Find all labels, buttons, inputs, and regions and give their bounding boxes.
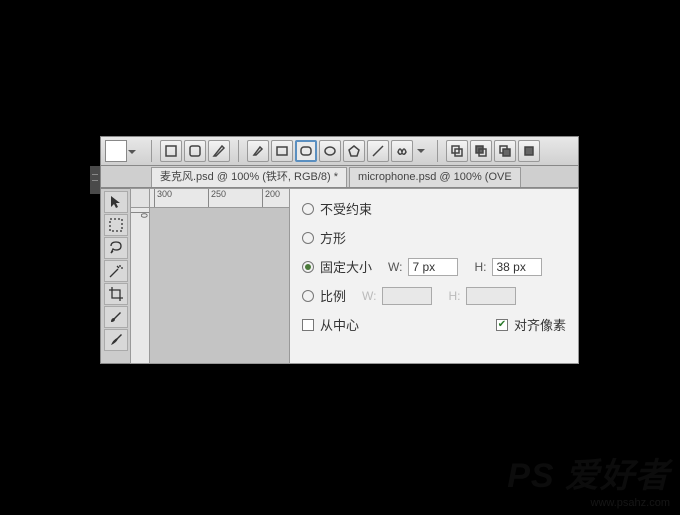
width-input[interactable]: 7 px [408,258,458,276]
document-area: 300 250 200 0 [130,188,290,364]
photoshop-window: 麦克风.psd @ 100% (铁环, RGB/8) * microphone.… [100,136,579,364]
rect-tool-icon[interactable] [271,140,293,162]
label-proportional: 比例 [320,286,346,305]
line-tool-icon[interactable] [367,140,389,162]
crop-tool-icon[interactable] [104,283,128,305]
label-square: 方形 [320,228,346,247]
radio-unconstrained[interactable] [302,203,314,215]
label-from-center: 从中心 [320,315,359,334]
label-align-pixels: 对齐像素 [514,315,566,334]
check-align-pixels[interactable] [496,319,508,331]
ruler-vertical: 0 [130,208,150,364]
height-input[interactable]: 38 px [492,258,542,276]
pen-icon[interactable] [208,140,230,162]
radio-proportional[interactable] [302,290,314,302]
height-label-disabled: H: [448,289,460,303]
width-label-disabled: W: [362,289,376,303]
magicwand-tool-icon[interactable] [104,260,128,282]
label-fixed-size: 固定大小 [320,257,372,276]
brush-tool-icon[interactable] [104,306,128,328]
pen2-icon[interactable] [247,140,269,162]
tab-document-1[interactable]: 麦克风.psd @ 100% (铁环, RGB/8) * [151,167,347,187]
ruler-horizontal: 300 250 200 [150,188,290,208]
marquee-tool-icon[interactable] [104,214,128,236]
custom-shape-icon[interactable] [391,140,413,162]
document-tabs: 麦克风.psd @ 100% (铁环, RGB/8) * microphone.… [100,166,579,188]
shape-options-popup: 不受约束 方形 固定大小 W: 7 px H: 38 px 比例 W: H: [290,188,579,364]
label-unconstrained: 不受约束 [320,199,372,218]
combine-subtract-icon[interactable] [470,140,492,162]
shape-roundrect-icon[interactable] [184,140,206,162]
combine-intersect-icon[interactable] [494,140,516,162]
fill-swatch[interactable] [105,140,127,162]
check-from-center[interactable] [302,319,314,331]
watermark-logo: PS 爱好者 [507,448,670,497]
move-tool-icon[interactable] [104,191,128,213]
width-input-disabled [382,287,432,305]
tab-document-2[interactable]: microphone.psd @ 100% (OVE [349,167,521,187]
shape-options-dropdown-icon[interactable] [417,149,425,157]
combine-exclude-icon[interactable] [446,140,468,162]
brush2-tool-icon[interactable] [104,329,128,351]
watermark: PS 爱好者 www.psahz.com [507,448,670,509]
radio-square[interactable] [302,232,314,244]
options-bar [100,136,579,166]
height-label: H: [474,260,486,274]
polygon-tool-icon[interactable] [343,140,365,162]
width-label: W: [388,260,402,274]
toolbox-grip[interactable] [90,166,100,194]
watermark-url: www.psahz.com [507,497,670,509]
radio-fixed-size[interactable] [302,261,314,273]
ellipse-tool-icon[interactable] [319,140,341,162]
height-input-disabled [466,287,516,305]
roundrect-tool-icon[interactable] [295,140,317,162]
lasso-tool-icon[interactable] [104,237,128,259]
canvas[interactable] [150,208,290,364]
combine-add-icon[interactable] [518,140,540,162]
toolbox [100,188,130,364]
ruler-corner [130,188,150,208]
shape-rect-icon[interactable] [160,140,182,162]
